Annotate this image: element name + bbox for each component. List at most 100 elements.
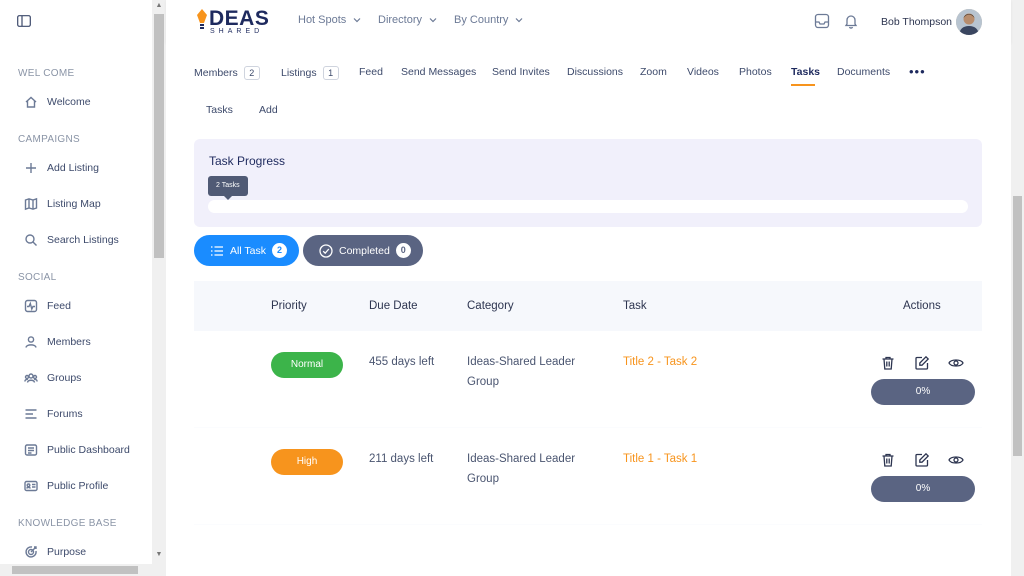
sidebar-section-knowledge-base: KNOWLEDGE BASE	[18, 518, 117, 529]
tab-label: Documents	[837, 66, 891, 78]
users-icon	[24, 371, 38, 385]
chevron-down-icon	[353, 18, 361, 23]
tab-tasks[interactable]: Tasks	[791, 66, 820, 78]
header-task: Task	[623, 300, 647, 312]
nav-directory[interactable]: Directory	[378, 14, 437, 26]
edit-icon[interactable]	[914, 452, 930, 468]
tab-send-invites[interactable]: Send Invites	[492, 66, 550, 78]
sidebar-item-feed[interactable]: Feed	[24, 296, 71, 316]
nav-label: Directory	[378, 14, 423, 26]
sidebar-item-public-dashboard[interactable]: Public Dashboard	[24, 440, 130, 460]
category-line: Ideas-Shared Leader	[467, 453, 576, 465]
tab-feed[interactable]: Feed	[359, 66, 383, 78]
sidebar-item-label: Search Listings	[47, 234, 119, 246]
sidebar-scrollbar[interactable]: ▲ ▼	[152, 0, 166, 576]
plus-icon	[24, 161, 38, 175]
task-link[interactable]: Title 1 - Task 1	[623, 449, 697, 469]
sidebar-item-members[interactable]: Members	[24, 332, 91, 352]
sidebar-item-groups[interactable]: Groups	[24, 368, 81, 388]
brand-logo[interactable]: DEAS SHARED	[196, 8, 269, 36]
user-icon	[24, 335, 38, 349]
sidebar: WEL COME Welcome CAMPAIGNS Add Listing L…	[0, 0, 152, 576]
tab-label: Listings	[281, 67, 317, 79]
trash-icon[interactable]	[880, 355, 896, 371]
table-row: High 211 days left Ideas-Shared Leader G…	[194, 428, 982, 524]
filter-count-badge: 2	[272, 243, 287, 258]
filter-label: All Task	[230, 244, 266, 257]
sidebar-item-add-listing[interactable]: Add Listing	[24, 158, 99, 178]
subtab-tasks[interactable]: Tasks	[206, 104, 233, 116]
nav-label: Hot Spots	[298, 14, 347, 26]
sidebar-item-label: Public Dashboard	[47, 444, 130, 456]
sidebar-section-welcome: WEL COME	[18, 68, 75, 79]
dashboard-icon	[24, 443, 38, 457]
bell-icon[interactable]	[843, 13, 859, 29]
sidebar-item-purpose[interactable]: Purpose	[24, 542, 86, 562]
category-cell: Ideas-Shared Leader Group	[467, 352, 575, 392]
sidebar-item-public-profile[interactable]: Public Profile	[24, 476, 108, 496]
sidebar-item-forums[interactable]: Forums	[24, 404, 83, 424]
list-icon	[24, 407, 38, 421]
sidebar-item-welcome[interactable]: Welcome	[24, 92, 91, 112]
page-scrollbar[interactable]	[1011, 0, 1024, 576]
sidebar-horizontal-scroll-thumb[interactable]	[12, 566, 138, 574]
category-line: Ideas-Shared Leader	[467, 356, 576, 368]
id-card-icon	[24, 479, 38, 493]
due-date-cell: 455 days left	[369, 356, 435, 368]
completed-filter-button[interactable]: Completed 0	[303, 235, 423, 266]
target-icon	[24, 545, 38, 559]
scroll-up-arrow-icon[interactable]: ▲	[155, 2, 163, 10]
sidebar-item-search-listings[interactable]: Search Listings	[24, 230, 119, 250]
sidebar-horizontal-scrollbar[interactable]	[0, 564, 152, 576]
header-due-date: Due Date	[369, 300, 418, 312]
task-progress-card: Task Progress 2 Tasks	[194, 139, 982, 227]
tab-listings[interactable]: Listings 1	[281, 66, 339, 80]
tab-discussions[interactable]: Discussions	[567, 66, 623, 78]
avatar[interactable]	[956, 9, 982, 35]
all-task-filter-button[interactable]: All Task 2	[194, 235, 299, 266]
task-link[interactable]: Title 2 - Task 2	[623, 352, 697, 372]
tab-zoom[interactable]: Zoom	[640, 66, 667, 78]
tab-members[interactable]: Members 2	[194, 66, 260, 80]
task-progress-bar: 0%	[871, 379, 975, 405]
tab-label: Send Messages	[401, 66, 477, 78]
page-scroll-thumb[interactable]	[1013, 196, 1022, 456]
list-filter-icon	[211, 245, 223, 256]
tab-send-messages[interactable]: Send Messages	[401, 66, 476, 78]
map-icon	[24, 197, 38, 211]
tab-videos[interactable]: Videos	[687, 66, 719, 78]
tab-documents[interactable]: Documents	[837, 66, 890, 78]
header-priority: Priority	[271, 300, 307, 312]
sidebar-scroll-thumb[interactable]	[154, 14, 164, 258]
header-actions: Actions	[903, 300, 941, 312]
sidebar-toggle-icon[interactable]	[17, 15, 31, 27]
tab-label: Videos	[687, 66, 719, 78]
sidebar-item-listing-map[interactable]: Listing Map	[24, 194, 101, 214]
sidebar-section-social: SOCIAL	[18, 272, 57, 283]
edit-icon[interactable]	[914, 355, 930, 371]
eye-icon[interactable]	[948, 355, 964, 371]
inbox-icon[interactable]	[814, 13, 830, 29]
tab-label: Photos	[739, 66, 772, 78]
subtab-add[interactable]: Add	[259, 104, 278, 116]
nav-label: By Country	[454, 14, 509, 26]
lightbulb-logo-icon	[197, 9, 207, 29]
due-date-cell: 211 days left	[369, 453, 434, 465]
scroll-down-arrow-icon[interactable]: ▼	[155, 551, 163, 559]
main-content: Members 2 Listings 1 Feed Send Messages …	[166, 43, 1011, 576]
eye-icon[interactable]	[948, 452, 964, 468]
tab-label: Tasks	[791, 66, 820, 78]
nav-by-country[interactable]: By Country	[454, 14, 523, 26]
table-row: Normal 455 days left Ideas-Shared Leader…	[194, 331, 982, 427]
tab-photos[interactable]: Photos	[739, 66, 772, 78]
user-name[interactable]: Bob Thompson	[881, 16, 952, 28]
more-icon[interactable]: •••	[909, 64, 926, 79]
sidebar-item-label: Listing Map	[47, 198, 101, 210]
trash-icon[interactable]	[880, 452, 896, 468]
sidebar-item-label: Welcome	[47, 96, 91, 108]
category-cell: Ideas-Shared Leader Group	[467, 449, 575, 489]
home-icon	[24, 95, 38, 109]
nav-hot-spots[interactable]: Hot Spots	[298, 14, 361, 26]
tab-count-badge: 2	[243, 66, 260, 80]
chevron-down-icon	[429, 18, 437, 23]
